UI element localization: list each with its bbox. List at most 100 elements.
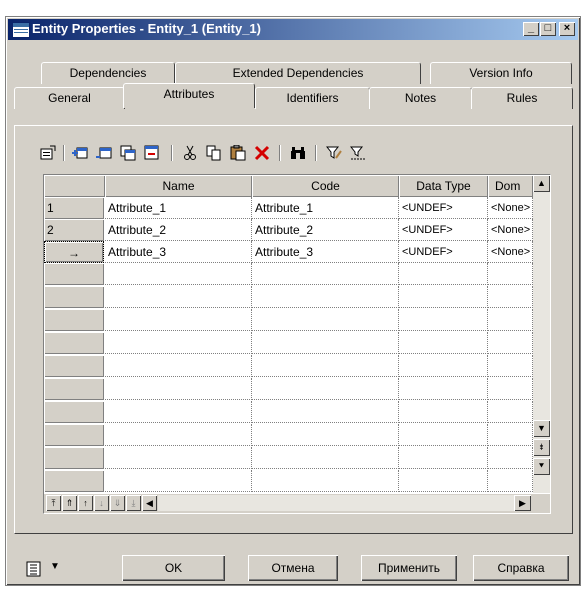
tab-rules[interactable]: Rules xyxy=(471,87,573,109)
empty-cell[interactable] xyxy=(105,378,252,400)
empty-cell[interactable] xyxy=(488,424,533,446)
empty-cell[interactable] xyxy=(105,355,252,377)
cell-code[interactable]: Attribute_2 xyxy=(252,219,399,241)
cell-data-type[interactable]: <UNDEF> xyxy=(399,241,488,263)
cell-domain[interactable]: <None> xyxy=(488,197,533,219)
scroll-up-icon[interactable]: ▲ xyxy=(533,175,550,192)
add-row-icon[interactable] xyxy=(69,142,91,164)
help-button[interactable]: Справка xyxy=(473,555,569,581)
tab-extended-dependencies[interactable]: Extended Dependencies xyxy=(175,62,421,84)
cell-domain[interactable]: <None> xyxy=(488,241,533,263)
empty-cell[interactable] xyxy=(105,424,252,446)
empty-cell[interactable] xyxy=(488,263,533,285)
empty-cell[interactable] xyxy=(488,332,533,354)
empty-cell[interactable] xyxy=(399,424,488,446)
empty-cell[interactable] xyxy=(399,378,488,400)
move-top-icon[interactable]: ⤒ xyxy=(46,495,61,511)
tab-dependencies[interactable]: Dependencies xyxy=(41,62,175,84)
row-header-empty[interactable] xyxy=(44,470,104,492)
row-header-empty[interactable] xyxy=(44,286,104,308)
empty-cell[interactable] xyxy=(399,401,488,423)
empty-cell[interactable] xyxy=(488,470,533,492)
empty-cell[interactable] xyxy=(399,263,488,285)
scroll-page-icon[interactable]: ⯒ xyxy=(533,439,550,456)
tab-identifiers[interactable]: Identifiers xyxy=(255,87,370,109)
empty-cell[interactable] xyxy=(252,401,399,423)
cell-domain[interactable]: <None> xyxy=(488,219,533,241)
tab-notes[interactable]: Notes xyxy=(369,87,472,109)
minimize-button[interactable]: _ xyxy=(523,22,539,36)
menu-dropdown-button[interactable]: ▼ xyxy=(26,561,66,579)
empty-cell[interactable] xyxy=(488,378,533,400)
scroll-down-icon[interactable]: ▼ xyxy=(533,420,550,437)
clear-filter-icon[interactable] xyxy=(347,142,369,164)
row-header-current[interactable]: → xyxy=(44,241,104,263)
empty-cell[interactable] xyxy=(252,286,399,308)
empty-cell[interactable] xyxy=(399,309,488,331)
row-header-empty[interactable] xyxy=(44,378,104,400)
tab-version-info[interactable]: Version Info xyxy=(430,62,572,84)
empty-cell[interactable] xyxy=(105,447,252,469)
cancel-button[interactable]: Отмена xyxy=(248,555,338,581)
empty-cell[interactable] xyxy=(399,447,488,469)
cell-data-type[interactable]: <UNDEF> xyxy=(399,219,488,241)
empty-cell[interactable] xyxy=(488,447,533,469)
column-header-code[interactable]: Code xyxy=(252,175,399,197)
cell-code[interactable]: Attribute_3 xyxy=(252,241,399,263)
empty-cell[interactable] xyxy=(105,286,252,308)
add-attributes-icon[interactable] xyxy=(117,142,139,164)
cell-name[interactable]: Attribute_3 xyxy=(105,241,252,263)
cell-code[interactable]: Attribute_1 xyxy=(252,197,399,219)
empty-cell[interactable] xyxy=(105,470,252,492)
cut-icon[interactable] xyxy=(179,142,201,164)
filter-icon[interactable] xyxy=(323,142,345,164)
cell-name[interactable]: Attribute_1 xyxy=(105,197,252,219)
reuse-attributes-icon[interactable] xyxy=(141,142,163,164)
column-header-data-type[interactable]: Data Type xyxy=(399,175,488,197)
empty-cell[interactable] xyxy=(252,309,399,331)
delete-icon[interactable] xyxy=(251,142,273,164)
apply-button[interactable]: Применить xyxy=(361,555,457,581)
insert-row-icon[interactable] xyxy=(93,142,115,164)
scroll-right-icon[interactable]: ▶ xyxy=(514,495,531,511)
column-header-name[interactable]: Name xyxy=(105,175,252,197)
row-header-empty[interactable] xyxy=(44,332,104,354)
empty-cell[interactable] xyxy=(252,470,399,492)
empty-cell[interactable] xyxy=(488,401,533,423)
close-button[interactable]: × xyxy=(559,22,575,36)
column-header-domain[interactable]: Dom xyxy=(488,175,533,197)
empty-cell[interactable] xyxy=(105,401,252,423)
empty-cell[interactable] xyxy=(252,424,399,446)
horizontal-scroll-track[interactable] xyxy=(158,495,514,511)
tab-general[interactable]: General xyxy=(14,87,125,109)
move-down-page-icon[interactable]: ⇓ xyxy=(110,495,125,511)
copy-icon[interactable] xyxy=(203,142,225,164)
row-header-empty[interactable] xyxy=(44,401,104,423)
ok-button[interactable]: OK xyxy=(122,555,225,581)
empty-cell[interactable] xyxy=(399,332,488,354)
empty-cell[interactable] xyxy=(105,263,252,285)
row-header-empty[interactable] xyxy=(44,447,104,469)
find-icon[interactable] xyxy=(287,142,309,164)
scroll-bottom-icon[interactable]: ⯆ xyxy=(533,458,550,475)
row-header[interactable]: 2 xyxy=(44,219,104,241)
properties-icon[interactable] xyxy=(37,142,59,164)
empty-cell[interactable] xyxy=(105,332,252,354)
empty-cell[interactable] xyxy=(399,286,488,308)
empty-cell[interactable] xyxy=(488,355,533,377)
row-header-empty[interactable] xyxy=(44,263,104,285)
row-header-empty[interactable] xyxy=(44,309,104,331)
empty-cell[interactable] xyxy=(252,447,399,469)
empty-cell[interactable] xyxy=(252,263,399,285)
row-header[interactable]: 1 xyxy=(44,197,104,219)
empty-cell[interactable] xyxy=(399,470,488,492)
scroll-left-icon[interactable]: ◀ xyxy=(142,495,157,511)
tab-attributes[interactable]: Attributes xyxy=(123,83,255,108)
empty-cell[interactable] xyxy=(399,355,488,377)
empty-cell[interactable] xyxy=(105,309,252,331)
row-header-empty[interactable] xyxy=(44,424,104,446)
empty-cell[interactable] xyxy=(252,378,399,400)
cell-name[interactable]: Attribute_2 xyxy=(105,219,252,241)
move-up-page-icon[interactable]: ⇑ xyxy=(62,495,77,511)
row-header-empty[interactable] xyxy=(44,355,104,377)
